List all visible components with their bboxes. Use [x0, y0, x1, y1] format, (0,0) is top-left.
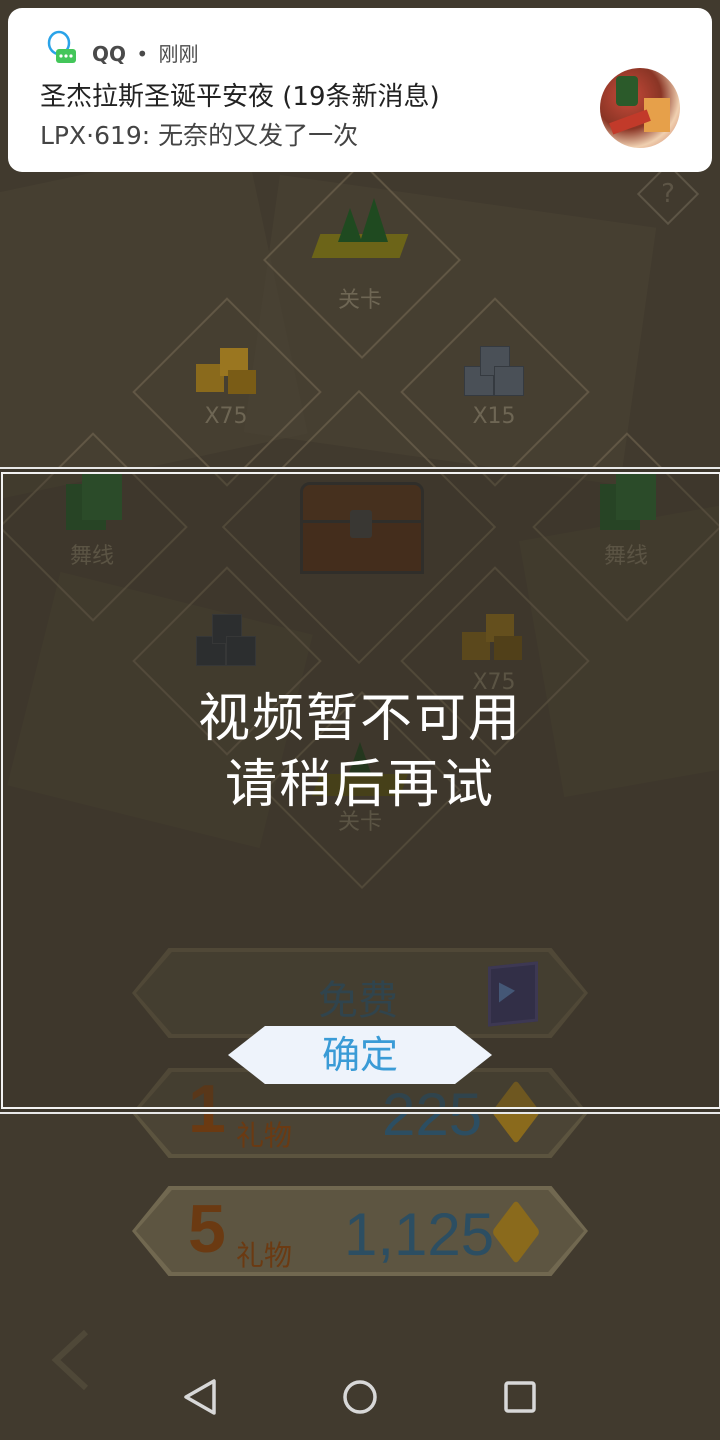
dialog-message-line2: 请稍后再试 — [224, 755, 495, 815]
offer-5-count: 5 — [188, 1191, 226, 1267]
home-circle-icon[interactable] — [342, 1379, 378, 1419]
notification-message: LPX·619: 无奈的又发了一次 — [40, 121, 359, 150]
group-avatar — [600, 68, 680, 148]
notification-time: 刚刚 — [158, 42, 199, 66]
notification-app-line: QQ • 刚刚 — [92, 38, 199, 67]
stone-cubes-icon — [464, 346, 528, 396]
gold-top-label: X75 — [204, 404, 248, 429]
qq-app-icon — [42, 28, 80, 66]
level-top-label: 关卡 — [337, 288, 382, 313]
block-top-label: X15 — [472, 404, 516, 429]
notification-separator: • — [136, 42, 149, 66]
dialog-message-line1: 视频暂不可用 — [197, 689, 522, 749]
navigation-bar — [0, 1350, 720, 1440]
help-button[interactable]: ? — [636, 162, 700, 226]
notification-title: 圣杰拉斯圣诞平安夜 (19条新消息) — [40, 82, 440, 112]
qq-notification[interactable]: QQ • 刚刚 圣杰拉斯圣诞平安夜 (19条新消息) LPX·619: 无奈的又… — [8, 8, 712, 172]
offer-5-unit: 礼物 — [236, 1239, 293, 1272]
tree-level-icon — [311, 198, 409, 268]
offer-1-unit: 礼物 — [236, 1119, 293, 1152]
recent-square-icon[interactable] — [504, 1381, 536, 1417]
back-triangle-icon[interactable] — [182, 1378, 218, 1420]
help-icon: ? — [661, 179, 675, 209]
offer-5-price: 1,125 — [344, 1201, 495, 1268]
confirm-button[interactable]: 确定 — [228, 1026, 492, 1084]
gold-cubes-icon — [196, 346, 260, 396]
notification-app-name: QQ — [92, 42, 127, 66]
